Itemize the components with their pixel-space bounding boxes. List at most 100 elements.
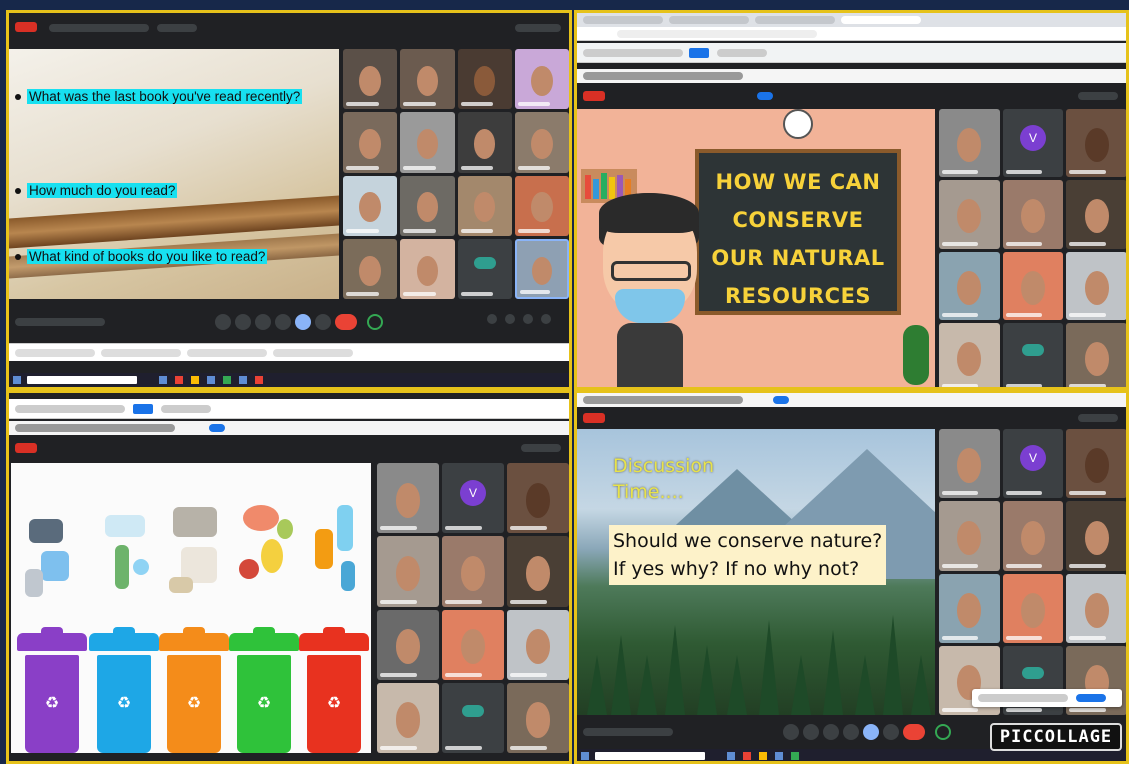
app-icon[interactable] <box>175 376 183 384</box>
participant-tile[interactable] <box>939 573 1000 643</box>
participant-tile[interactable] <box>514 238 569 299</box>
participant-tile[interactable] <box>442 536 504 607</box>
app-icon[interactable] <box>255 376 263 384</box>
participant-tile[interactable] <box>343 238 398 299</box>
mic-icon[interactable] <box>215 314 231 330</box>
participant-tile[interactable] <box>343 49 398 110</box>
app-icon[interactable] <box>727 752 735 760</box>
present-icon[interactable] <box>863 724 879 740</box>
extension-icons[interactable] <box>583 396 743 404</box>
extension-icons[interactable] <box>583 72 743 80</box>
url-input[interactable] <box>617 30 817 38</box>
participant-tile[interactable] <box>939 429 1000 499</box>
participant-tile[interactable] <box>507 463 569 534</box>
download-item[interactable] <box>273 349 353 357</box>
participant-tile[interactable] <box>1066 180 1126 249</box>
participant-tile-avatar[interactable]: V <box>1002 109 1064 178</box>
app-icon[interactable] <box>159 376 167 384</box>
others-tile[interactable] <box>1002 322 1064 387</box>
app-icon[interactable] <box>191 376 199 384</box>
info-icon[interactable] <box>487 314 497 324</box>
participant-tile[interactable] <box>457 112 512 173</box>
start-icon[interactable] <box>581 752 589 760</box>
more-options-icon[interactable] <box>315 314 331 330</box>
presentation-audio-toggle[interactable] <box>773 396 789 404</box>
chat-icon[interactable] <box>523 314 533 324</box>
camera-icon[interactable] <box>803 724 819 740</box>
popup-action-button[interactable] <box>1076 694 1106 702</box>
people-icon[interactable] <box>505 314 515 324</box>
bookmark-item[interactable] <box>717 49 767 57</box>
participant-tile[interactable] <box>514 112 569 173</box>
activity-icon[interactable] <box>935 724 951 740</box>
download-item[interactable] <box>187 349 267 357</box>
app-icon[interactable] <box>759 752 767 760</box>
participant-tile[interactable] <box>377 463 439 534</box>
participant-tile[interactable] <box>939 109 1000 178</box>
browser-tab[interactable] <box>669 16 749 24</box>
present-icon[interactable] <box>295 314 311 330</box>
participant-tile[interactable] <box>1002 251 1064 320</box>
participant-tile-avatar[interactable]: V <box>1002 429 1064 499</box>
app-icon[interactable] <box>743 752 751 760</box>
participant-tile[interactable] <box>1066 109 1126 178</box>
download-item[interactable] <box>15 349 95 357</box>
bookmark-button[interactable] <box>689 48 709 58</box>
participant-tile[interactable] <box>1066 429 1126 499</box>
app-icon[interactable] <box>239 376 247 384</box>
participant-tile[interactable] <box>1002 501 1064 571</box>
others-tile[interactable] <box>442 682 504 753</box>
participant-tile-avatar[interactable]: V <box>442 463 504 534</box>
participant-tile[interactable] <box>343 112 398 173</box>
participant-tile[interactable] <box>939 251 1000 320</box>
participant-tile[interactable] <box>400 238 455 299</box>
bookmark-item[interactable] <box>15 405 125 413</box>
participant-tile[interactable] <box>1002 573 1064 643</box>
presenting-chip[interactable] <box>157 24 197 32</box>
participant-tile[interactable] <box>377 682 439 753</box>
mic-icon[interactable] <box>783 724 799 740</box>
participant-tile[interactable] <box>377 536 439 607</box>
browser-tab[interactable] <box>755 16 835 24</box>
participant-tile[interactable] <box>457 175 512 236</box>
participant-tile[interactable] <box>939 501 1000 571</box>
participant-tile[interactable] <box>377 609 439 680</box>
presenter-label-chip[interactable] <box>515 24 561 32</box>
participant-tile[interactable] <box>400 175 455 236</box>
participant-tile[interactable] <box>400 49 455 110</box>
presenter-label-chip[interactable] <box>1078 414 1118 422</box>
bookmark-button[interactable] <box>133 404 153 414</box>
end-call-icon[interactable] <box>903 724 925 740</box>
raise-hand-icon[interactable] <box>275 314 291 330</box>
activity-icon[interactable] <box>367 314 383 330</box>
participant-tile[interactable] <box>1066 573 1126 643</box>
app-icon[interactable] <box>223 376 231 384</box>
app-icon[interactable] <box>791 752 799 760</box>
taskbar-search-input[interactable] <box>595 752 705 760</box>
presenter-label-chip[interactable] <box>1078 92 1118 100</box>
participant-tile[interactable] <box>939 322 1000 387</box>
participant-tile[interactable] <box>507 536 569 607</box>
browser-tab[interactable] <box>583 16 663 24</box>
app-icon[interactable] <box>775 752 783 760</box>
participant-tile[interactable] <box>1002 180 1064 249</box>
app-icon[interactable] <box>207 376 215 384</box>
extension-icons[interactable] <box>15 424 175 432</box>
participant-tile[interactable] <box>939 180 1000 249</box>
participant-tile[interactable] <box>457 49 512 110</box>
participant-tile[interactable] <box>507 682 569 753</box>
start-icon[interactable] <box>13 376 21 384</box>
browser-tab-active[interactable] <box>841 16 921 24</box>
notification-popup[interactable] <box>972 689 1122 707</box>
participant-tile[interactable] <box>1066 251 1126 320</box>
taskbar-search-input[interactable] <box>27 376 137 384</box>
participant-tile[interactable] <box>507 609 569 680</box>
participant-tile[interactable] <box>1066 322 1126 387</box>
captions-icon[interactable] <box>255 314 271 330</box>
presentation-audio-toggle[interactable] <box>209 424 225 432</box>
bookmark-item[interactable] <box>161 405 211 413</box>
participant-tile[interactable] <box>442 609 504 680</box>
participant-tile[interactable] <box>514 49 569 110</box>
camera-icon[interactable] <box>235 314 251 330</box>
end-call-icon[interactable] <box>335 314 357 330</box>
